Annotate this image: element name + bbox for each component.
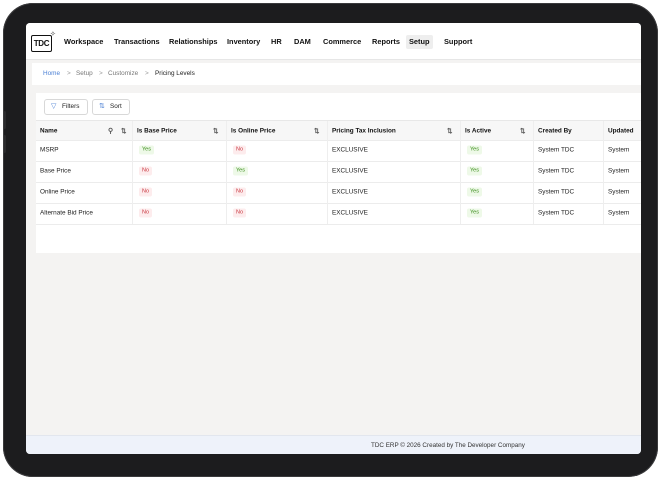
column-header-updated-by[interactable]: Updated bbox=[604, 121, 641, 140]
tablet-frame: TDC ✧ Workspace Transactions Relationshi… bbox=[3, 3, 658, 477]
column-header-name[interactable]: Name ⚲ ⇅ bbox=[36, 121, 133, 140]
created-by: System TDC bbox=[538, 167, 575, 175]
created-by: System TDC bbox=[538, 146, 575, 154]
side-button bbox=[3, 111, 6, 129]
is-online-price-badge: Yes bbox=[233, 166, 248, 176]
sort-arrows-icon[interactable]: ⇅ bbox=[447, 127, 452, 135]
tax-inclusion: EXCLUSIVE bbox=[332, 146, 368, 154]
row-name: MSRP bbox=[40, 146, 59, 154]
sort-arrows-icon[interactable]: ⇅ bbox=[314, 127, 319, 135]
row-name: Online Price bbox=[40, 188, 75, 196]
is-active-badge: Yes bbox=[467, 166, 482, 176]
app-logo[interactable]: TDC bbox=[31, 35, 52, 52]
updated-by: System bbox=[608, 188, 630, 196]
nav-item-hr[interactable]: HR bbox=[268, 35, 285, 49]
nav-item-workspace[interactable]: Workspace bbox=[61, 35, 106, 49]
filters-label: Filters bbox=[62, 103, 80, 110]
filters-button[interactable]: ▽ Filters bbox=[44, 99, 88, 115]
row-name: Base Price bbox=[40, 167, 71, 175]
table-row[interactable]: MSRP Yes No EXCLUSIVE Yes System TDC Sys… bbox=[36, 140, 641, 162]
is-base-price-badge: No bbox=[139, 187, 153, 197]
is-online-price-badge: No bbox=[233, 145, 247, 155]
nav-item-dam[interactable]: DAM bbox=[291, 35, 314, 49]
column-header-created-by[interactable]: Created By bbox=[534, 121, 604, 140]
table-row[interactable]: Alternate Bid Price No No EXCLUSIVE Yes … bbox=[36, 203, 641, 225]
breadcrumb-current: Pricing Levels bbox=[155, 70, 195, 77]
table-row[interactable]: Base Price No Yes EXCLUSIVE Yes System T… bbox=[36, 161, 641, 183]
top-nav: TDC ✧ Workspace Transactions Relationshi… bbox=[26, 23, 641, 60]
sort-arrows-icon[interactable]: ⇅ bbox=[121, 127, 126, 135]
is-active-badge: Yes bbox=[467, 187, 482, 197]
created-by: System TDC bbox=[538, 188, 575, 196]
nav-item-transactions[interactable]: Transactions bbox=[111, 35, 163, 49]
breadcrumb-home[interactable]: Home bbox=[43, 69, 60, 79]
side-button bbox=[3, 135, 6, 153]
column-header-is-online-price[interactable]: Is Online Price ⇅ bbox=[227, 121, 328, 140]
is-active-badge: Yes bbox=[467, 208, 482, 218]
tax-inclusion: EXCLUSIVE bbox=[332, 188, 368, 196]
footer-text: TDC ERP © 2026 Created by The Developer … bbox=[371, 442, 525, 449]
sparkle-icon: ✧ bbox=[50, 31, 56, 38]
table-row[interactable]: Online Price No No EXCLUSIVE Yes System … bbox=[36, 182, 641, 204]
pricing-levels-panel: ▽ Filters ⇅ Sort Name ⚲ ⇅ Is Base Price bbox=[36, 93, 641, 253]
nav-item-reports[interactable]: Reports bbox=[369, 35, 403, 49]
sort-arrows-icon[interactable]: ⇅ bbox=[520, 127, 525, 135]
nav-item-setup[interactable]: Setup bbox=[406, 35, 433, 49]
column-header-label: Created By bbox=[538, 127, 572, 134]
is-base-price-badge: No bbox=[139, 166, 153, 176]
breadcrumb-separator: > bbox=[99, 70, 103, 77]
nav-item-support[interactable]: Support bbox=[441, 35, 475, 49]
column-header-label: Updated bbox=[608, 127, 634, 134]
breadcrumb: Home > Setup > Customize > Pricing Level… bbox=[32, 63, 641, 85]
sort-arrows-icon: ⇅ bbox=[99, 103, 105, 110]
sort-button[interactable]: ⇅ Sort bbox=[92, 99, 130, 115]
is-online-price-badge: No bbox=[233, 208, 247, 218]
is-online-price-badge: No bbox=[233, 187, 247, 197]
created-by: System TDC bbox=[538, 209, 575, 217]
is-base-price-badge: Yes bbox=[139, 145, 154, 155]
is-active-badge: Yes bbox=[467, 145, 482, 155]
breadcrumb-customize[interactable]: Customize bbox=[108, 69, 138, 79]
nav-item-inventory[interactable]: Inventory bbox=[224, 35, 263, 49]
sort-arrows-icon[interactable]: ⇅ bbox=[213, 127, 218, 135]
column-header-pricing-tax-inclusion[interactable]: Pricing Tax Inclusion ⇅ bbox=[328, 121, 461, 140]
funnel-icon: ▽ bbox=[51, 103, 57, 110]
tax-inclusion: EXCLUSIVE bbox=[332, 209, 368, 217]
app-screen: TDC ✧ Workspace Transactions Relationshi… bbox=[26, 23, 641, 454]
updated-by: System bbox=[608, 146, 630, 154]
tax-inclusion: EXCLUSIVE bbox=[332, 167, 368, 175]
row-name: Alternate Bid Price bbox=[40, 209, 93, 217]
nav-item-relationships[interactable]: Relationships bbox=[166, 35, 220, 49]
table-header: Name ⚲ ⇅ Is Base Price ⇅ Is Online Price… bbox=[36, 120, 641, 141]
search-icon[interactable]: ⚲ bbox=[108, 127, 113, 135]
column-header-is-base-price[interactable]: Is Base Price ⇅ bbox=[133, 121, 227, 140]
column-header-label: Is Active bbox=[465, 127, 492, 134]
is-base-price-badge: No bbox=[139, 208, 153, 218]
column-header-label: Is Online Price bbox=[231, 127, 276, 134]
updated-by: System bbox=[608, 209, 630, 217]
column-header-label: Pricing Tax Inclusion bbox=[332, 127, 396, 134]
column-header-is-active[interactable]: Is Active ⇅ bbox=[461, 121, 534, 140]
breadcrumb-setup[interactable]: Setup bbox=[76, 69, 93, 79]
footer: TDC ERP © 2026 Created by The Developer … bbox=[26, 435, 641, 454]
breadcrumb-separator: > bbox=[145, 70, 149, 77]
column-header-label: Is Base Price bbox=[137, 127, 177, 134]
sort-label: Sort bbox=[110, 103, 122, 110]
nav-item-commerce[interactable]: Commerce bbox=[320, 35, 364, 49]
breadcrumb-separator: > bbox=[67, 70, 71, 77]
updated-by: System bbox=[608, 167, 630, 175]
column-header-label: Name bbox=[40, 127, 58, 134]
